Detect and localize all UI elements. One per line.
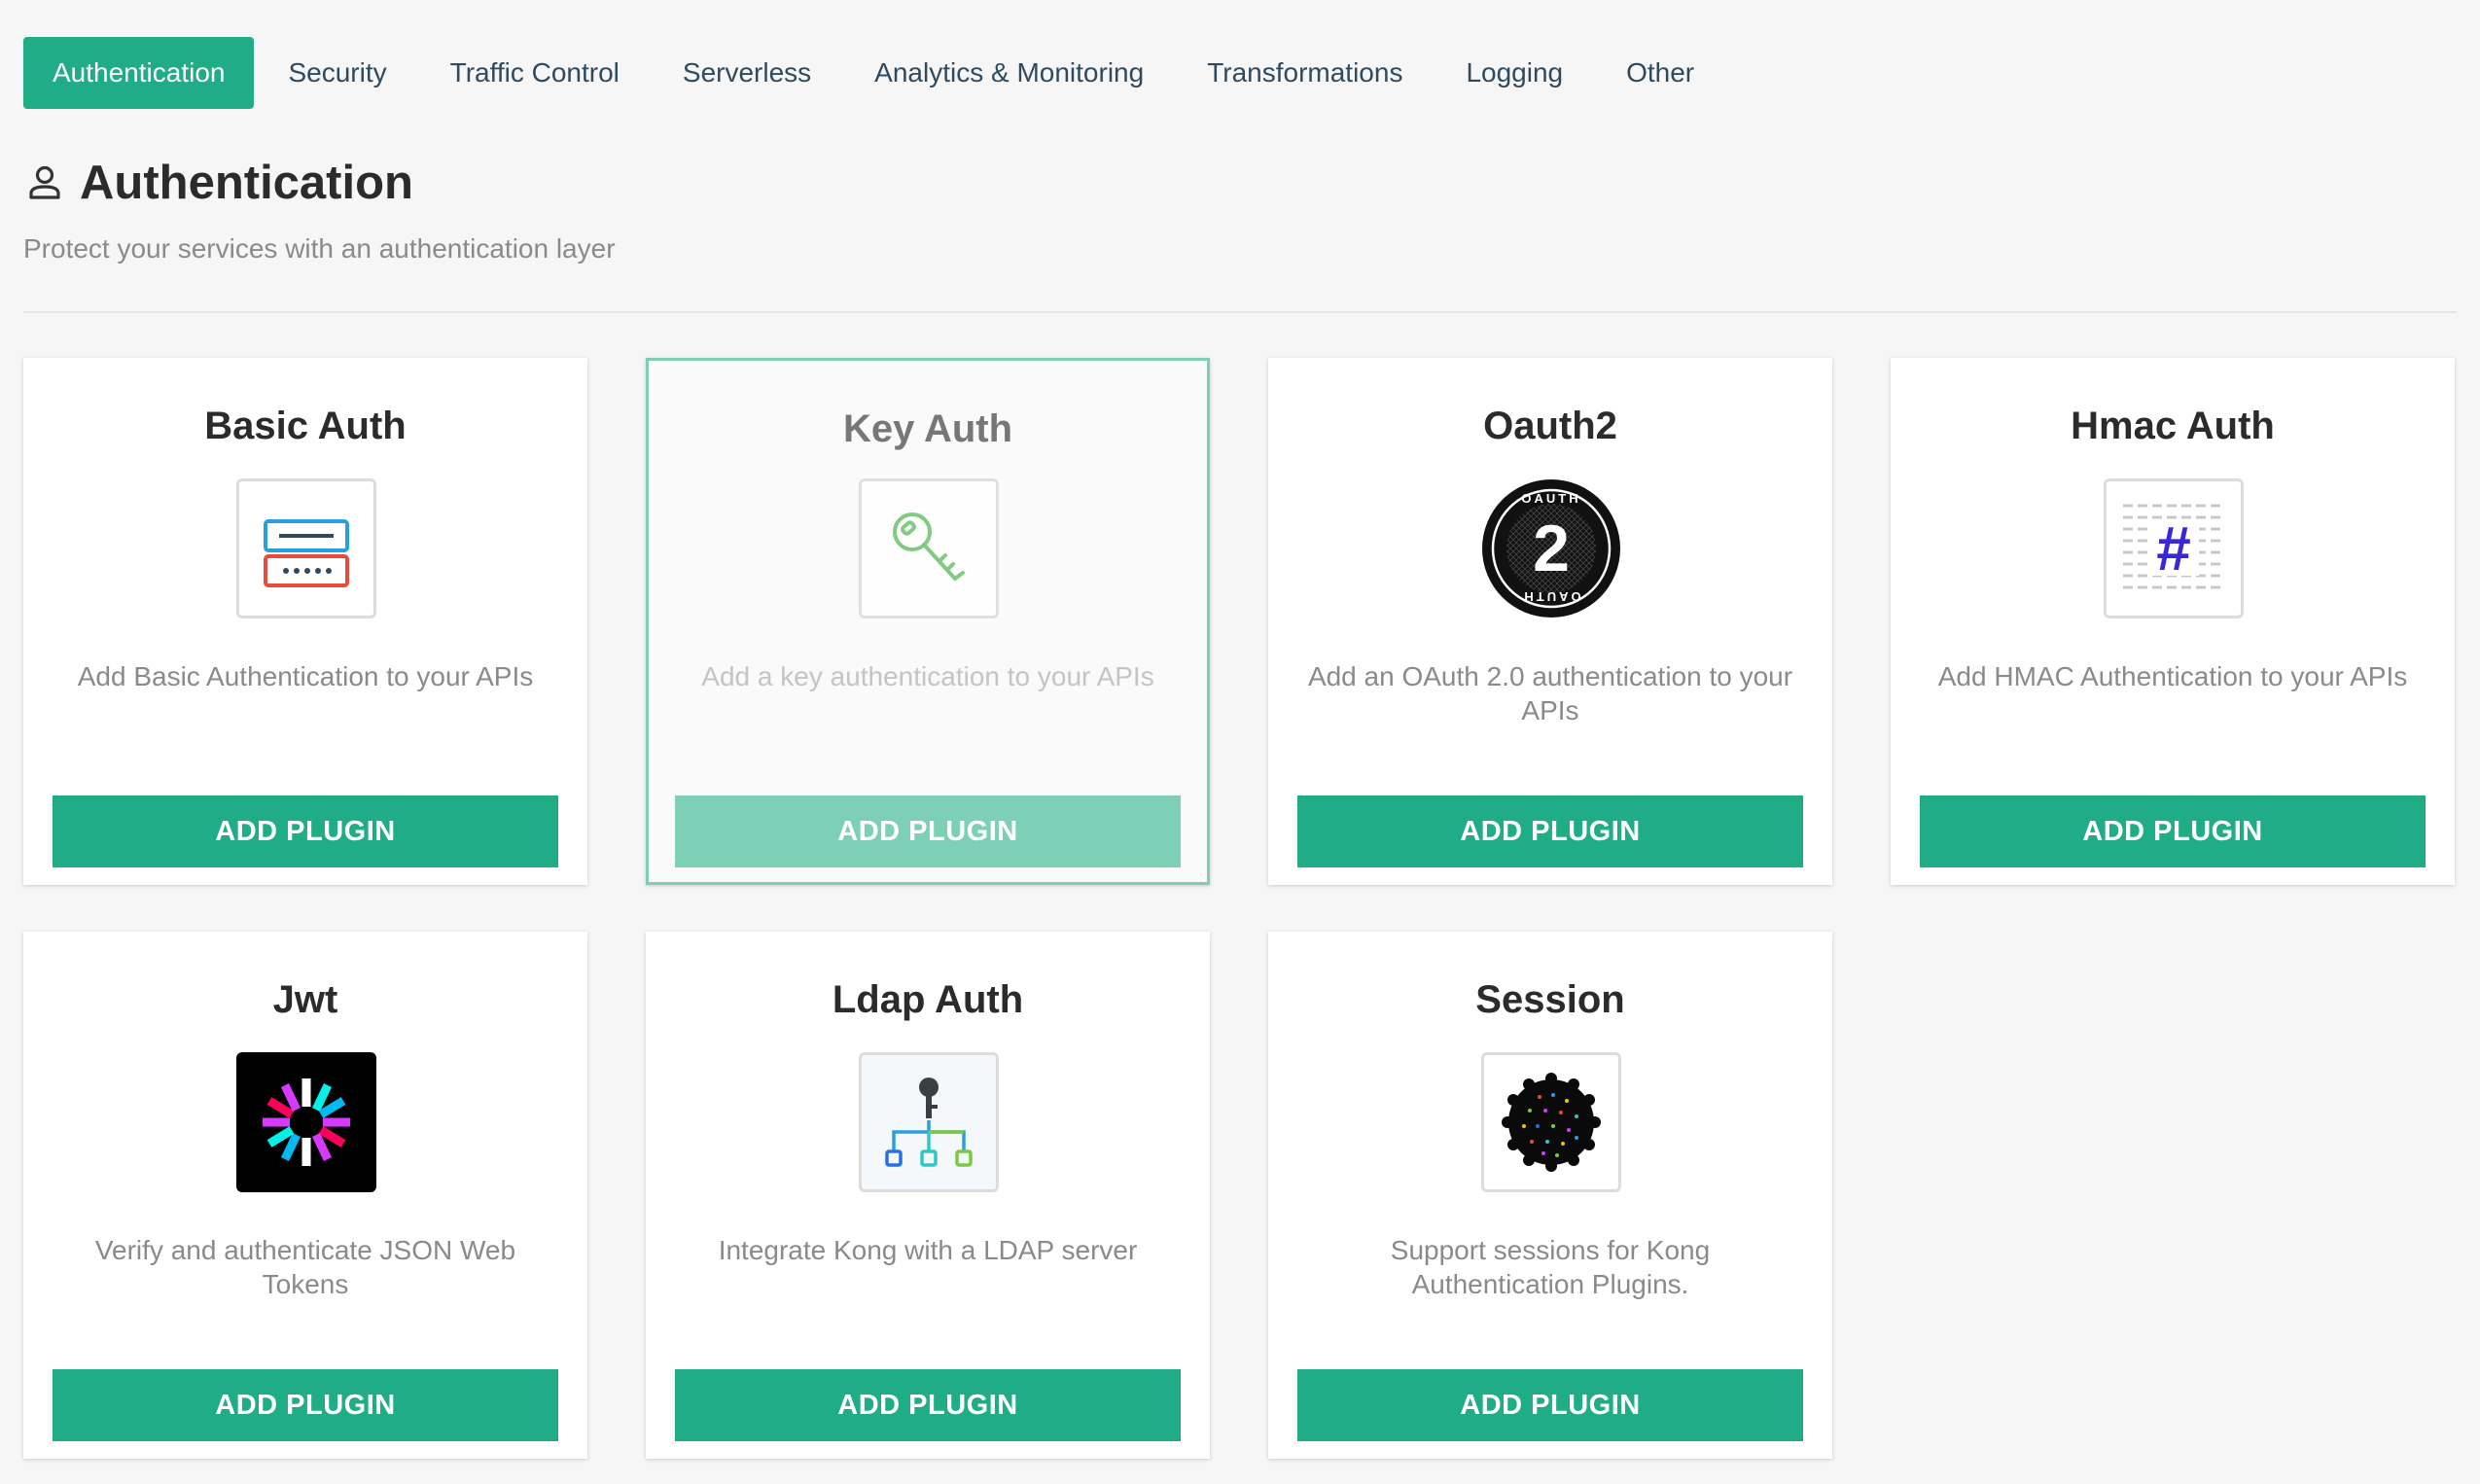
plugin-title: Oauth2 [1483,405,1617,447]
plugin-icon-frame [236,478,376,618]
plugin-icon-frame: # [2104,478,2244,618]
tab-other[interactable]: Other [1597,37,1723,109]
tab-transformations[interactable]: Transformations [1178,37,1432,109]
page-title: Authentication [80,157,413,209]
ldap-icon [885,1078,973,1167]
plugin-icon-frame [236,1052,376,1192]
plugin-description: Add Basic Authentication to your APIs [77,661,534,691]
cookie-icon [1502,1073,1601,1172]
tab-logging[interactable]: Logging [1436,37,1592,109]
oauth-logo-text: OAUTH [1521,491,1580,506]
add-plugin-button[interactable]: ADD PLUGIN [675,1369,1181,1441]
plugin-title: Session [1475,978,1625,1021]
tab-authentication[interactable]: Authentication [23,37,255,109]
plugin-icon-frame [859,478,999,618]
add-plugin-button[interactable]: ADD PLUGIN [1297,795,1803,867]
plugin-card-basic-auth: Basic Auth Add Basic Authentication to y… [23,358,587,885]
oauth-logo-text-bottom: OAUTH [1521,589,1580,604]
plugin-title: Jwt [272,978,338,1021]
hash-glyph: # [2156,513,2191,583]
plugin-description: Verify and authenticate JSON Web Tokens [94,1235,516,1299]
tab-security[interactable]: Security [259,37,415,109]
plugin-card-jwt: Jwt Verify and authenticate JSON Web Tok… [23,932,587,1459]
page-subtitle: Protect your services with an authentica… [23,233,616,264]
add-plugin-button[interactable]: ADD PLUGIN [53,1369,558,1441]
section-header: Authentication [23,156,413,210]
plugin-title: Basic Auth [204,405,407,447]
plugins-page: Authentication Security Traffic Control … [0,0,2480,1484]
plugin-card-key-auth: Key Auth Add a key authentication to you… [646,358,1210,885]
jwt-icon [236,1052,376,1192]
plugin-title: Hmac Auth [2071,405,2275,447]
add-plugin-button[interactable]: ADD PLUGIN [53,795,558,867]
key-icon [893,512,965,581]
add-plugin-button[interactable]: ADD PLUGIN [1297,1369,1803,1441]
plugin-card-hmac-auth: Hmac Auth # Add HMAC Authentication to y… [1891,358,2455,885]
plugin-icon-frame [859,1052,999,1192]
divider [23,311,2457,313]
user-icon [29,165,60,199]
plugin-description: Add HMAC Authentication to your APIs [1937,661,2408,691]
plugin-card-session: Session Support sessions for Kong Authen… [1268,932,1832,1459]
add-plugin-button[interactable]: ADD PLUGIN [675,795,1181,867]
hash-icon: # [2123,504,2224,589]
tab-traffic-control[interactable]: Traffic Control [421,37,649,109]
oauth-logo-number: 2 [1533,512,1570,585]
plugin-title: Ldap Auth [832,978,1024,1021]
plugin-title: Key Auth [842,407,1013,450]
plugin-card-ldap-auth: Ldap Auth Integrate Kong with a LDAP ser… [646,932,1210,1459]
oauth2-icon: OAUTH OAUTH 2 [1482,479,1620,618]
plugin-description: Support sessions for Kong Authentication… [1390,1235,1711,1299]
plugin-card-oauth2: Oauth2 OAUTH OAUTH 2 Add an OAuth 2.0 au… [1268,358,1832,885]
tab-serverless[interactable]: Serverless [654,37,840,109]
add-plugin-button[interactable]: ADD PLUGIN [1920,795,2426,867]
tab-analytics-monitoring[interactable]: Analytics & Monitoring [845,37,1173,109]
category-tabs: Authentication Security Traffic Control … [23,37,1728,109]
plugin-description: Integrate Kong with a LDAP server [718,1235,1138,1265]
plugin-description: Add an OAuth 2.0 authentication to your … [1307,661,1793,725]
plugin-icon-frame: OAUTH OAUTH 2 [1481,478,1621,618]
plugin-description: Add a key authentication to your APIs [701,661,1154,691]
basic-auth-icon [264,519,349,587]
plugin-icon-frame [1481,1052,1621,1192]
